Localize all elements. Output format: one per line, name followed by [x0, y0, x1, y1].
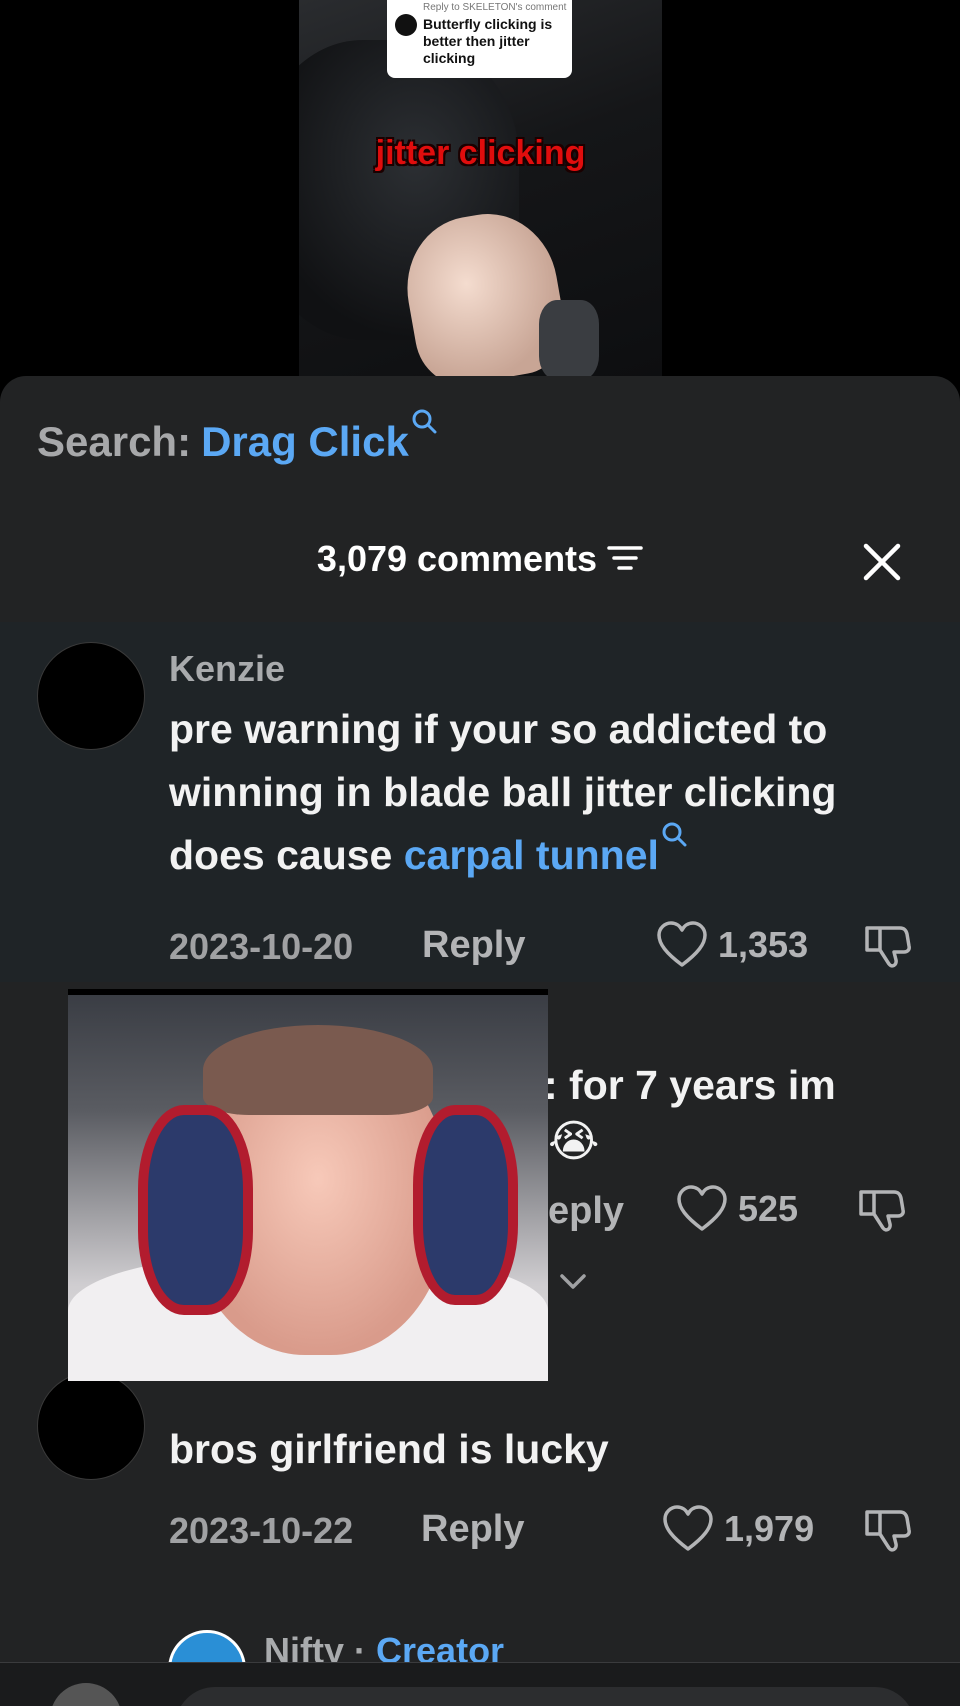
comment-date: 2023-10-22 [169, 1510, 354, 1551]
crying-emoji: 😭 [548, 1117, 600, 1166]
reaction-sticker-image[interactable] [68, 989, 548, 1381]
search-label: Search: [37, 418, 192, 465]
heart-icon [657, 921, 707, 967]
like-count: 1,353 [718, 924, 809, 965]
reply-card-header: Reply to SKELETON's comment [423, 2, 567, 13]
comment-item: bros girlfriend is lucky 2023-10-22 Repl… [0, 1372, 960, 1602]
reply-card-text: Butterfly clicking is better then jitter… [423, 16, 553, 66]
sort-filter-icon[interactable] [607, 543, 643, 578]
hair-shape [203, 1025, 433, 1115]
heart-icon [663, 1505, 713, 1551]
reply-button[interactable]: Reply [421, 1508, 524, 1551]
comment-input[interactable] [175, 1687, 915, 1706]
comment-text: : for 7 years im [544, 1062, 836, 1108]
comment-input-bar [0, 1663, 960, 1706]
reply-button[interactable]: eply [548, 1190, 624, 1233]
comment-search-link[interactable]: carpal tunnel [404, 832, 659, 878]
avatar[interactable] [37, 642, 145, 750]
headphone-left-shape [138, 1105, 253, 1315]
my-avatar [50, 1683, 122, 1706]
dislike-button[interactable] [856, 1184, 906, 1234]
dislike-button[interactable] [862, 920, 912, 970]
view-replies-chevron-icon[interactable] [558, 1272, 588, 1297]
mouse-image [539, 300, 599, 380]
like-count: 525 [738, 1188, 799, 1229]
dislike-icon [865, 926, 911, 968]
reply-to-comment-card: Reply to SKELETON's comment Butterfly cl… [387, 0, 572, 78]
like-button[interactable]: 1,353 [656, 920, 816, 970]
comments-header: 3,079 comments [0, 538, 960, 588]
reply-button[interactable]: Reply [422, 924, 525, 967]
video-player[interactable]: Reply to SKELETON's comment Butterfly cl… [0, 0, 960, 380]
comment-date: 2023-10-20 [169, 926, 354, 967]
search-term-link[interactable]: Drag Click [201, 418, 409, 465]
like-button[interactable]: 1,979 [662, 1504, 822, 1554]
heart-icon [677, 1185, 727, 1231]
comment-username[interactable]: Kenzie [169, 648, 285, 690]
comment-item: Kenzie pre warning if your so addicted t… [0, 622, 960, 982]
comment-count: 3,079 comments [316, 538, 598, 579]
close-icon[interactable] [860, 540, 904, 584]
avatar[interactable] [37, 1372, 145, 1480]
dislike-icon [859, 1190, 905, 1232]
reply-card-avatar [395, 14, 417, 36]
search-icon [411, 396, 437, 444]
headphone-right-shape [413, 1105, 518, 1305]
dislike-icon [865, 1510, 911, 1552]
video-frame[interactable]: Reply to SKELETON's comment Butterfly cl… [299, 0, 662, 380]
comment-text: pre warning if your so addicted to winni… [169, 698, 929, 887]
search-icon [661, 802, 687, 865]
like-count: 1,979 [724, 1508, 815, 1549]
dislike-button[interactable] [862, 1504, 912, 1554]
video-caption: jitter clicking [375, 134, 586, 172]
comment-text: bros girlfriend is lucky [169, 1426, 609, 1472]
search-suggestion[interactable]: Search: Drag Click [37, 409, 437, 466]
like-button[interactable]: 525 [676, 1184, 816, 1234]
